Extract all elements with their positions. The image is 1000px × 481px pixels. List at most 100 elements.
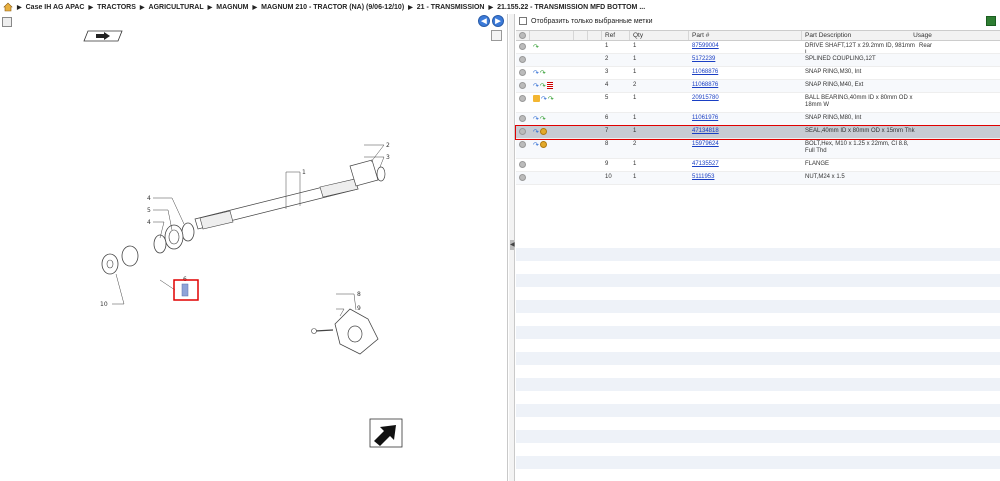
seal-highlight[interactable] [173,279,199,301]
add-to-list-icon[interactable] [519,161,526,168]
info-icon[interactable] [546,82,553,89]
pane-splitter[interactable]: ◀ [509,14,515,481]
part-number-link[interactable]: 47135527 [692,161,719,167]
row-desc: FLANGE [805,161,830,167]
row-select[interactable] [516,67,530,79]
breadcrumb-item[interactable]: MAGNUM 210 - TRACTOR (NA) (9/06-12/10) [261,4,404,11]
callout-5[interactable]: 5 [147,207,151,214]
breadcrumb-item[interactable]: 21.155.22 - TRANSMISSION MFD BOTTOM ... [497,4,645,11]
blue-arrow-icon[interactable]: ↷ [541,95,547,103]
callout-3[interactable]: 3 [386,154,390,161]
green-arrow-icon[interactable]: ↷ [548,95,554,103]
row-ref: 7 [605,128,609,134]
add-to-list-icon[interactable] [519,95,526,102]
breadcrumb-item[interactable]: MAGNUM [216,4,248,11]
breadcrumb-arrow-icon: ▶ [252,4,258,11]
part-number-link[interactable]: 87599004 [692,43,719,49]
part-number-link[interactable]: 5111953 [692,174,714,180]
part-image-icon[interactable] [539,128,547,135]
table-row[interactable]: ↷ 7 1 47134818 SEAL,40mm ID x 80mm OD x 15mm… [515,125,1000,140]
row-icons: ↷↷ [530,67,574,79]
add-to-list-icon[interactable] [519,141,526,148]
table-row[interactable]: ↷↷ 6 1 11061976 SNAP RING,M80, Int [516,113,1000,126]
header-qty[interactable]: Qty [630,31,689,40]
part-number-link[interactable]: 11068876 [692,69,718,75]
green-arrow-icon[interactable]: ↷ [540,82,546,90]
breadcrumb-item[interactable]: TRACTORS [97,4,136,11]
row-select[interactable] [516,113,530,125]
row-blank-1 [574,172,588,184]
table-row[interactable]: ↷↷ 3 1 11068876 SNAP RING,M30, Int [516,67,1000,80]
show-selected-only-checkbox[interactable] [519,17,527,25]
header-ref[interactable]: Ref [602,31,630,40]
row-part: 87599004 [689,41,802,53]
part-number-link[interactable]: 20915780 [692,95,719,101]
table-row[interactable]: 9 1 47135527 FLANGE [516,159,1000,172]
breadcrumb-item[interactable]: AGRICULTURAL [149,4,204,11]
part-number-link[interactable]: 5172239 [692,56,715,62]
callout-2[interactable]: 2 [386,142,390,149]
row-ref: 3 [605,69,609,75]
row-select[interactable] [516,172,530,184]
green-arrow-icon[interactable]: ↷ [533,43,539,51]
header-select[interactable] [516,31,530,40]
add-to-list-icon[interactable] [519,115,526,122]
callout-1[interactable]: 1 [302,169,306,176]
callout-4b[interactable]: 4 [147,219,151,226]
expand-all-icon[interactable] [519,31,526,39]
callout-8[interactable]: 8 [357,291,361,298]
blue-arrow-icon[interactable]: ↷ [533,115,539,123]
export-excel-icon[interactable] [986,16,996,26]
callout-10[interactable]: 10 [100,301,108,308]
callout-4a[interactable]: 4 [147,195,151,202]
add-to-list-icon[interactable] [519,82,526,89]
part-number-link[interactable]: 11068876 [692,82,718,88]
row-select[interactable] [516,41,530,53]
row-desc: SNAP RING,M80, Int [805,115,862,121]
row-blank-1 [574,126,588,138]
forward-icon[interactable] [83,30,123,42]
row-desc: SPLINED COUPLING,12T [805,56,876,62]
table-row[interactable]: ↷ 1 1 87599004 DRIVE SHAFT,12T x 29.2mm ID, … [516,41,1000,54]
row-blank-1 [574,113,588,125]
part-number-link[interactable]: 11061976 [692,115,718,121]
row-blank-1 [574,54,588,66]
table-row[interactable]: ↷↷ 4 2 11068876 SNAP RING,M40, Ext [516,80,1000,93]
collapse-arrow-icon[interactable]: ◀ [510,240,515,250]
page-turn-icon[interactable] [369,418,403,448]
blue-arrow-icon[interactable]: ↷ [533,69,539,77]
row-select[interactable] [516,93,530,112]
table-row[interactable]: 2 1 5172239 SPLINED COUPLING,12T [516,54,1000,67]
green-arrow-icon[interactable]: ↷ [540,69,546,77]
header-part[interactable]: Part # [689,31,802,40]
row-select[interactable] [516,54,530,66]
blue-arrow-icon[interactable]: ↷ [533,82,539,90]
green-arrow-icon[interactable]: ↷ [540,115,546,123]
folder-icon[interactable] [533,95,540,102]
add-to-list-icon[interactable] [519,174,526,181]
row-select[interactable] [516,126,530,138]
row-desc: SEAL,40mm ID x 80mm OD x 15mm Thk [805,128,915,134]
add-to-list-icon[interactable] [519,69,526,76]
row-select[interactable] [516,139,530,158]
home-icon[interactable] [3,2,13,12]
part-image-icon[interactable] [539,141,547,148]
table-row[interactable]: ↷↷ 5 1 20915780 BALL BEARING,40mm ID x 80mm … [516,93,1000,113]
breadcrumb-item[interactable]: Case IH AG APAC [26,4,85,11]
row-select[interactable] [516,159,530,171]
breadcrumb-arrow-icon: ▶ [488,4,494,11]
blue-arrow-icon[interactable]: ↷ [533,141,539,149]
add-to-list-icon[interactable] [519,56,526,63]
breadcrumb-item[interactable]: 21 - TRANSMISSION [417,4,485,11]
blue-arrow-icon[interactable]: ↷ [533,128,539,136]
part-number-link[interactable]: 15979624 [692,141,719,147]
part-number-link[interactable]: 47134818 [692,128,719,134]
add-to-list-icon[interactable] [519,128,526,135]
add-to-list-icon[interactable] [519,43,526,50]
row-select[interactable] [516,80,530,92]
header-desc-usage[interactable]: Part Description Usage [802,31,1000,40]
callout-9[interactable]: 9 [357,305,361,312]
table-row[interactable]: ↷ 8 2 15979624 BOLT,Hex, M10 x 1.25 x 22mm, … [516,139,1000,159]
table-row[interactable]: 10 1 5111953 NUT,M24 x 1.5 [516,172,1000,185]
breadcrumb-arrow-icon: ▶ [88,4,94,11]
